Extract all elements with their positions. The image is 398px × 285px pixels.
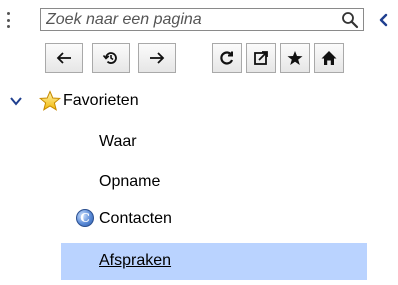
external-link-icon xyxy=(254,51,268,65)
arrow-left-icon xyxy=(56,52,71,64)
chevron-left-icon xyxy=(379,13,388,27)
refresh-icon xyxy=(220,51,234,65)
drag-handle-icon[interactable] xyxy=(6,12,10,28)
open-external-button[interactable] xyxy=(246,43,276,73)
arrow-right-icon xyxy=(150,52,165,64)
home-icon xyxy=(321,51,337,65)
refresh-button[interactable] xyxy=(212,43,242,73)
collapse-panel-button[interactable] xyxy=(373,9,393,31)
favorites-star-icon xyxy=(39,90,61,111)
chevron-down-icon[interactable] xyxy=(9,95,23,107)
tree-item-label: Waar xyxy=(99,133,137,150)
history-icon xyxy=(102,52,117,64)
history-button[interactable] xyxy=(92,43,130,73)
tree-item-label[interactable]: Afspraken xyxy=(99,252,171,270)
favorite-button[interactable] xyxy=(280,43,310,73)
search-input[interactable] xyxy=(41,9,336,30)
back-button[interactable] xyxy=(45,43,83,73)
tree-item-contacten[interactable]: Contacten xyxy=(99,210,172,228)
tree-item-waar[interactable]: Waar xyxy=(99,133,137,151)
tree-item-afspraken[interactable]: Afspraken xyxy=(61,243,367,280)
home-button[interactable] xyxy=(314,43,344,73)
tree-item-label: Opname xyxy=(99,173,161,190)
search-icon[interactable] xyxy=(341,11,359,29)
star-icon xyxy=(287,51,303,65)
favorites-group-label[interactable]: Favorieten xyxy=(63,92,139,110)
forward-button[interactable] xyxy=(138,43,176,73)
tree-item-label: Contacten xyxy=(99,210,172,227)
tree-item-opname[interactable]: Opname xyxy=(99,173,160,191)
c-badge-icon: C xyxy=(76,209,94,227)
search-box xyxy=(40,8,364,31)
